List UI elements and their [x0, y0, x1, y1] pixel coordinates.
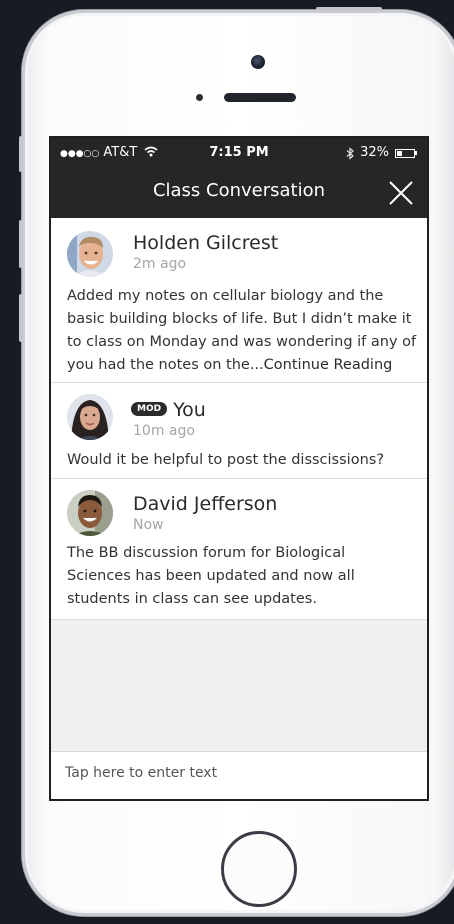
battery-icon [395, 148, 415, 158]
message-item[interactable]: Holden Gilcrest 2m ago Added my notes on… [51, 218, 427, 383]
home-button[interactable] [221, 831, 297, 907]
volume-down-button [19, 294, 23, 342]
nav-bar: Class Conversation [51, 168, 427, 218]
earpiece-speaker [224, 93, 296, 102]
message-item[interactable]: MOD You 10m ago Would it be helpful to po… [51, 383, 427, 479]
timestamp: 2m ago [133, 256, 187, 272]
avatar-david [67, 490, 113, 536]
mod-badge: MOD [131, 401, 168, 416]
avatar-you [67, 394, 113, 440]
message-input-placeholder: Tap here to enter text [65, 765, 218, 781]
app-screen: ●●●○○ AT&T 7:15 PM 32% Class Conversatio… [49, 136, 429, 801]
author-name: You [173, 399, 206, 421]
page-title: Class Conversation [152, 180, 326, 201]
author-name: David Jefferson [133, 493, 278, 515]
message-item[interactable]: David Jefferson Now The BB discussion fo… [51, 479, 427, 620]
message-text: Added my notes on cellular biology and t… [67, 285, 417, 377]
continue-reading-link[interactable]: Continue Reading [264, 357, 393, 373]
front-camera [251, 55, 265, 69]
message-list-empty-space [51, 620, 427, 752]
avatar-holden [67, 231, 113, 277]
volume-up-button [19, 220, 23, 268]
timestamp: 10m ago [133, 423, 195, 439]
timestamp: Now [133, 517, 164, 533]
message-text: Would it be helpful to post the dissciss… [67, 452, 385, 468]
message-list: Holden Gilcrest 2m ago Added my notes on… [51, 218, 427, 620]
message-text: The BB discussion forum for Biological S… [67, 545, 355, 607]
close-icon[interactable] [387, 179, 415, 207]
message-input[interactable]: Tap here to enter text [51, 752, 427, 799]
avatar [67, 231, 113, 277]
mute-switch [19, 136, 23, 172]
status-bar: ●●●○○ AT&T 7:15 PM 32% [51, 138, 427, 168]
author-name: Holden Gilcrest [133, 232, 279, 254]
power-button [316, 7, 382, 11]
battery-percent: 32% [360, 145, 389, 160]
bluetooth-icon [346, 146, 355, 160]
battery-group: 32% [346, 138, 417, 168]
avatar [67, 490, 113, 536]
proximity-sensor [196, 94, 203, 101]
avatar [67, 394, 113, 440]
